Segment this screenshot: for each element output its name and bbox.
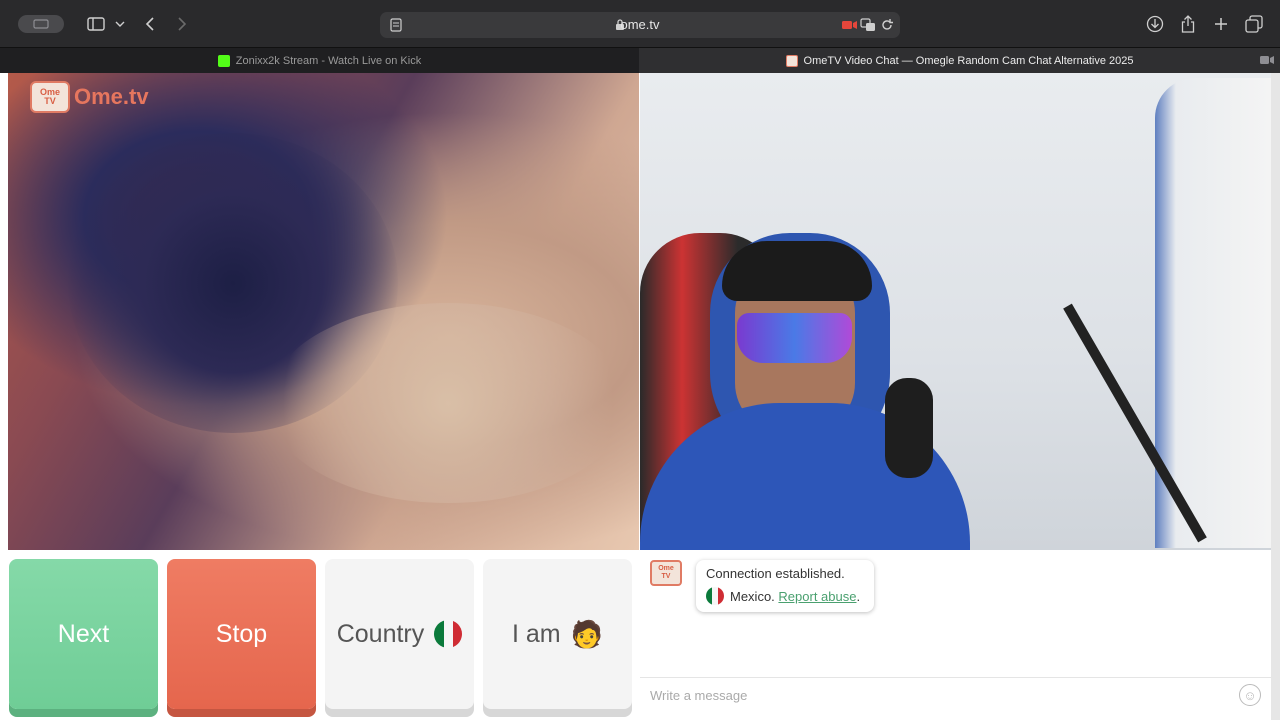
status-text: Connection established. — [706, 566, 845, 581]
hair — [722, 241, 872, 301]
system-message: Connection established. Mexico. Report a… — [696, 560, 874, 612]
chat-logo-bottom: TV — [661, 573, 671, 580]
logo-wordmark: Ome.tv — [74, 84, 149, 109]
report-abuse-link[interactable]: Report abuse — [778, 589, 856, 604]
microphone — [885, 378, 933, 478]
mexico-flag-icon — [706, 587, 724, 605]
tv-logo-icon: Ome TV — [650, 560, 682, 586]
stop-button[interactable]: Stop — [167, 559, 316, 709]
back-icon[interactable] — [140, 14, 160, 34]
kick-favicon-icon — [217, 54, 230, 67]
country-button[interactable]: Country — [325, 559, 474, 709]
reload-icon[interactable] — [877, 15, 897, 35]
tab-overview-icon[interactable] — [1244, 14, 1264, 34]
share-icon[interactable] — [1178, 14, 1198, 34]
mexico-flag-icon — [434, 620, 463, 648]
gender-button[interactable]: I am 🧑 — [483, 559, 632, 709]
self-video — [640, 73, 1271, 550]
tab-title: Zonixx2k Stream - Watch Live on Kick — [235, 54, 422, 67]
video-blur — [268, 303, 628, 503]
person-icon: 🧑 — [570, 618, 603, 649]
ometv-favicon-icon — [785, 54, 798, 67]
chat-panel: Ome TV Connection established. Mexico. R… — [640, 550, 1271, 720]
stranger-video: Ome TV Ome.tv — [8, 73, 639, 550]
message-input[interactable]: Write a message — [640, 677, 1271, 713]
camera-icon — [1260, 55, 1274, 68]
window-switcher-button[interactable] — [18, 15, 64, 33]
report-suffix: . — [856, 588, 861, 604]
address-bar[interactable]: ome.tv — [380, 12, 900, 38]
sunglasses — [737, 313, 852, 363]
country-text: Mexico. — [730, 588, 775, 604]
chevron-down-icon[interactable] — [110, 14, 130, 34]
chat-logo-top: Ome — [658, 565, 674, 572]
new-tab-icon[interactable] — [1211, 14, 1231, 34]
iam-label: I am — [512, 619, 561, 648]
next-label: Next — [57, 619, 110, 648]
camera-recording-icon[interactable] — [840, 15, 860, 35]
sidebar-toggle-icon[interactable] — [86, 14, 106, 34]
download-icon[interactable] — [1145, 14, 1165, 34]
tv-logo-icon: Ome TV — [30, 81, 70, 113]
tab-bar: Zonixx2k Stream - Watch Live on Kick Ome… — [0, 48, 1280, 73]
tab-ometv[interactable]: OmeTV Video Chat — Omegle Random Cam Cha… — [639, 48, 1280, 73]
forward-icon[interactable] — [172, 14, 192, 34]
translate-icon[interactable] — [858, 15, 878, 35]
url-text: ome.tv — [620, 17, 660, 32]
tab-kick-stream[interactable]: Zonixx2k Stream - Watch Live on Kick — [0, 48, 639, 73]
stop-label: Stop — [215, 619, 268, 648]
emoji-picker-icon[interactable]: ☺ — [1239, 684, 1261, 706]
logo-bottom-text: TV — [44, 96, 56, 106]
ometv-logo[interactable]: Ome TV Ome.tv — [30, 81, 149, 113]
page-content: Ome TV Ome.tv Next Stop Country I am 🧑 O… — [0, 73, 1280, 720]
scrollbar[interactable] — [1271, 73, 1280, 720]
browser-toolbar: ome.tv — [0, 0, 1280, 48]
country-label: Country — [336, 619, 425, 648]
next-button[interactable]: Next — [9, 559, 158, 709]
tab-title: OmeTV Video Chat — Omegle Random Cam Cha… — [803, 54, 1134, 67]
